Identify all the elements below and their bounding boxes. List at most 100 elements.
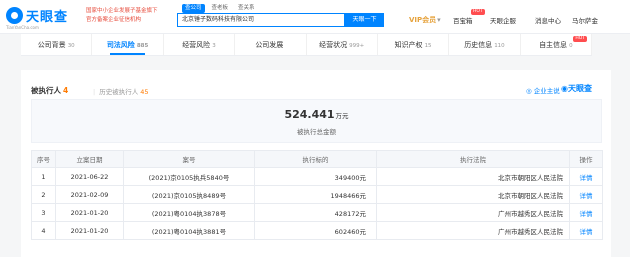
column-header-case-no: 案号 <box>123 150 255 168</box>
divider: | <box>93 88 96 96</box>
logo-text: 天眼查 <box>26 10 69 25</box>
tab-label: 经营风险 <box>182 41 211 49</box>
tab-count: 999+ <box>349 43 365 49</box>
table-row: 1 2021-06-22 (2021)京0105执兵5840号 349400元 … <box>31 167 603 186</box>
cell-case-no: (2021)京0105执8489号 <box>123 185 255 204</box>
cell-court: 北京市朝阳区人民法院 <box>376 185 570 204</box>
detail-link[interactable]: 详情 <box>569 167 603 186</box>
total-amount: 524.441万元 <box>32 108 601 121</box>
column-header-amount[interactable]: 执行标的 <box>254 150 377 168</box>
hot-badge: HOT <box>573 36 587 42</box>
tab-label: 公司发展 <box>255 41 284 49</box>
tab-count: 3 <box>212 43 216 49</box>
cell-date: 2021-01-20 <box>55 221 124 240</box>
total-amount-value: 524.441 <box>284 108 335 121</box>
cell-case-no: (2021)京0105执兵5840号 <box>123 167 255 186</box>
cell-amount: 349400元 <box>254 167 377 186</box>
promo-banner[interactable]: 国家中小企业发展子基金旗下 官方备案企业征信机构 <box>86 7 172 27</box>
cell-index: 4 <box>31 221 56 240</box>
cell-case-no: (2021)粤0104执3881号 <box>123 221 255 240</box>
top-header: 天眼查 TianYanCha.com 国家中小企业发展子基金旗下 官方备案企业征… <box>0 0 630 34</box>
tab-business-status[interactable]: 经营状况 999+ <box>307 34 378 55</box>
section-title-label: 被执行人 <box>31 86 61 95</box>
search-input[interactable]: 北京锤子数码科技有限公司 <box>177 13 345 27</box>
cell-index: 2 <box>31 185 56 204</box>
column-header-action: 操作 <box>569 150 603 168</box>
cell-court: 北京市朝阳区人民法院 <box>376 167 570 186</box>
search-tab-company[interactable]: 查公司 <box>182 4 205 13</box>
tab-history-info[interactable]: 历史信息 110 <box>449 34 521 55</box>
tab-company-background[interactable]: 公司背景 30 <box>21 34 93 55</box>
column-header-court: 执行法院 <box>376 150 570 168</box>
cell-date: 2021-06-22 <box>55 167 124 186</box>
executed-person-panel: 被执行人 4 | 历史被执行人 45 ◎ 企业主说 ◉天眼查 524.441万元 被… <box>21 70 611 257</box>
nav-toolbox[interactable]: 百宝箱 <box>453 15 473 25</box>
column-header-index: 序号 <box>31 150 56 168</box>
tab-company-development[interactable]: 公司发展 <box>235 34 307 55</box>
history-label: 历史被执行人 <box>99 88 139 96</box>
banner-line-1: 国家中小企业发展子基金旗下 <box>86 8 158 14</box>
cell-court: 广州市越秀区人民法院 <box>376 203 570 222</box>
nav-toolbox-label: 百宝箱 <box>453 17 473 25</box>
executed-table: 序号 立案日期 案号 执行标的 执行法院 操作 1 2021-06-22 (20… <box>31 150 603 240</box>
table-row: 2 2021-02-09 (2021)京0105执8489号 1948466元 … <box>31 185 603 204</box>
total-amount-summary: 524.441万元 被执行总金额 <box>31 99 602 143</box>
section-title: 被执行人 4 <box>31 85 68 96</box>
cell-amount: 602460元 <box>254 221 377 240</box>
column-header-date[interactable]: 立案日期 <box>55 150 124 168</box>
nav-message-center[interactable]: 消息中心 <box>535 15 561 25</box>
brand-watermark-text: 天眼查 <box>567 84 592 93</box>
history-executed-link[interactable]: | 历史被执行人 45 <box>93 86 149 96</box>
tab-label: 知识产权 <box>394 41 423 49</box>
tab-label: 历史信息 <box>464 41 493 49</box>
vip-menu[interactable]: VIP会员▾ <box>409 15 441 25</box>
table-row: 3 2021-01-20 (2021)粤0104执3878号 428172元 广… <box>31 203 603 222</box>
tab-operational-risk[interactable]: 经营风险 3 <box>164 34 236 55</box>
brand-watermark: ◉天眼查 <box>561 83 592 94</box>
tab-label: 自主信息 <box>539 41 568 49</box>
section-count: 4 <box>63 86 69 95</box>
owner-statement-label: 企业主说 <box>533 87 560 95</box>
tab-count: 0 <box>569 43 573 49</box>
search-tab-boss[interactable]: 查老板 <box>209 4 232 13</box>
cell-case-no: (2021)粤0104执3878号 <box>123 203 255 222</box>
tab-label: 公司背景 <box>37 41 66 49</box>
nav-user-account[interactable]: 马尔萨金 <box>572 15 598 25</box>
detail-link[interactable]: 详情 <box>569 203 603 222</box>
logo[interactable]: 天眼查 TianYanCha.com <box>6 5 76 30</box>
total-amount-label: 被执行总金额 <box>297 128 336 136</box>
tab-label: 司法风险 <box>106 41 135 49</box>
eye-logo-icon: ◉ <box>561 84 568 93</box>
cell-index: 3 <box>31 203 56 222</box>
tab-self-info[interactable]: 自主信息 0 HOT <box>521 34 592 55</box>
nav-enterprise-service[interactable]: 天眼企服 <box>490 15 516 25</box>
tab-count: 15 <box>424 43 432 49</box>
tab-count: 885 <box>136 43 149 49</box>
logo-subtitle: TianYanCha.com <box>6 25 39 30</box>
cell-court: 广州市越秀区人民法院 <box>376 221 570 240</box>
company-tab-bar: 公司背景 30 司法风险 885 经营风险 3 公司发展 经营状况 999+ 知识产权 1… <box>21 34 592 56</box>
total-amount-unit: 万元 <box>335 112 349 120</box>
tab-intellectual-property[interactable]: 知识产权 15 <box>378 34 450 55</box>
tab-label: 经营状况 <box>319 41 348 49</box>
banner-line-2: 官方备案企业征信机构 <box>86 17 142 23</box>
search-button[interactable]: 天眼一下 <box>345 13 384 27</box>
detail-link[interactable]: 详情 <box>569 221 603 240</box>
cell-amount: 428172元 <box>254 203 377 222</box>
eye-logo-icon <box>6 7 23 24</box>
table-row: 4 2021-01-20 (2021)粤0104执3881号 602460元 广… <box>31 221 603 240</box>
owner-statement-button[interactable]: ◎ 企业主说 <box>526 85 560 95</box>
detail-link[interactable]: 详情 <box>569 185 603 204</box>
cell-index: 1 <box>31 167 56 186</box>
tab-judicial-risk[interactable]: 司法风险 885 <box>92 34 164 55</box>
tab-count: 30 <box>67 43 75 49</box>
hot-badge: HOT <box>471 9 485 15</box>
table-header-row: 序号 立案日期 案号 执行标的 执行法院 操作 <box>31 150 603 168</box>
cell-amount: 1948466元 <box>254 185 377 204</box>
tab-count: 110 <box>494 43 505 49</box>
cell-date: 2021-01-20 <box>55 203 124 222</box>
lightbulb-icon: ◎ <box>526 87 532 95</box>
chevron-down-icon: ▾ <box>437 16 441 24</box>
search-tab-relation[interactable]: 查关系 <box>235 4 258 13</box>
search-type-tabs: 查公司 查老板 查关系 <box>182 4 258 13</box>
